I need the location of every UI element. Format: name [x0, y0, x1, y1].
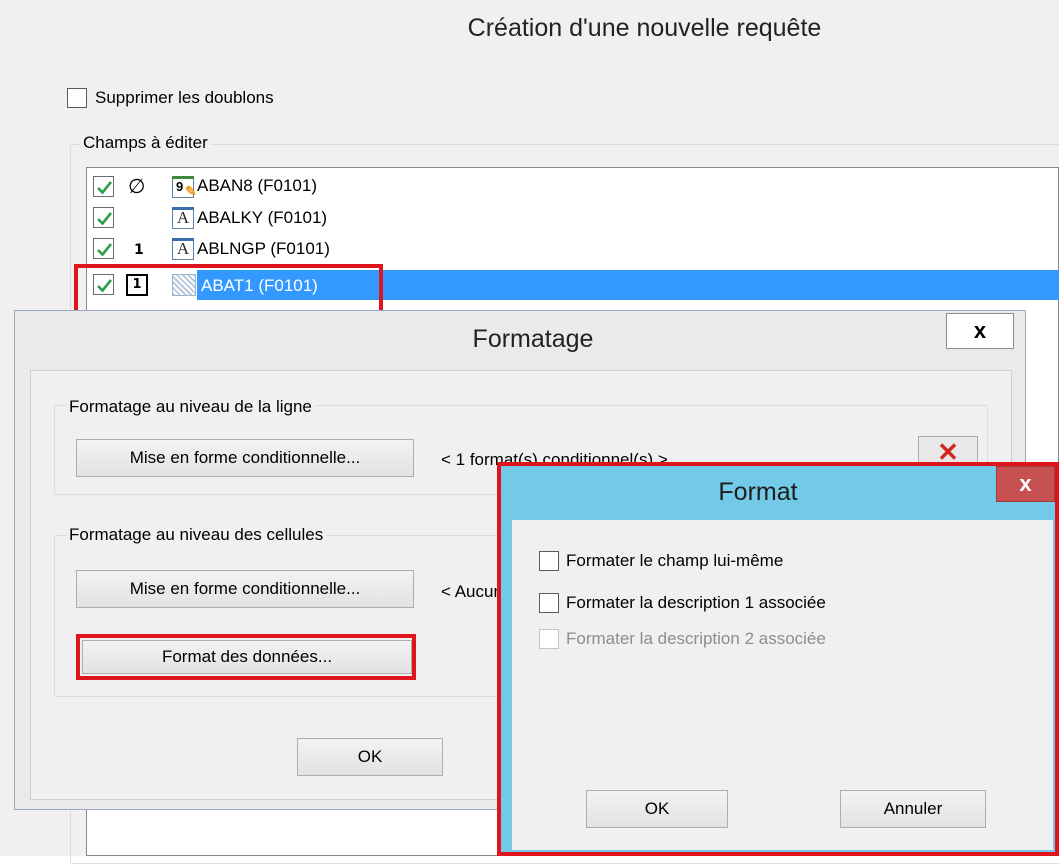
- null-marker: ∅: [128, 176, 146, 198]
- main-window-frame: [0, 0, 12, 856]
- highlight-format-dialog: [497, 462, 1059, 856]
- highlight-data-format-button: [76, 634, 416, 680]
- sort-order-marker: 1: [134, 242, 144, 258]
- alpha-field-icon: A: [172, 207, 194, 229]
- formatage-ok-button[interactable]: OK: [297, 738, 443, 776]
- highlight-selected-field: [74, 264, 383, 316]
- line-conditional-format-button[interactable]: Mise en forme conditionnelle...: [76, 439, 414, 477]
- cell-format-group-label: Formatage au niveau des cellules: [66, 525, 327, 545]
- field-name: ABALKY (F0101): [197, 208, 328, 227]
- formatage-title: Formatage: [472, 325, 594, 353]
- remove-duplicates-checkbox[interactable]: [67, 88, 87, 108]
- field-checkbox[interactable]: [93, 207, 114, 228]
- numeric-field-icon: 9 ✎: [172, 176, 197, 199]
- remove-duplicates-label: Supprimer les doublons: [95, 88, 274, 107]
- field-checkbox[interactable]: [93, 176, 114, 197]
- fields-group-label: Champs à éditer: [80, 133, 211, 153]
- field-name: ABAN8 (F0101): [197, 176, 317, 195]
- main-window-title: Création d'une nouvelle requête: [467, 14, 822, 42]
- formatage-close-button[interactable]: x: [946, 313, 1014, 349]
- field-checkbox[interactable]: [93, 238, 114, 259]
- field-name: ABLNGP (F0101): [197, 239, 330, 258]
- cell-format-status: < Aucun: [441, 582, 503, 601]
- cell-conditional-format-button[interactable]: Mise en forme conditionnelle...: [76, 570, 414, 608]
- alpha-field-icon: A: [172, 238, 194, 260]
- line-format-group-label: Formatage au niveau de la ligne: [66, 397, 315, 417]
